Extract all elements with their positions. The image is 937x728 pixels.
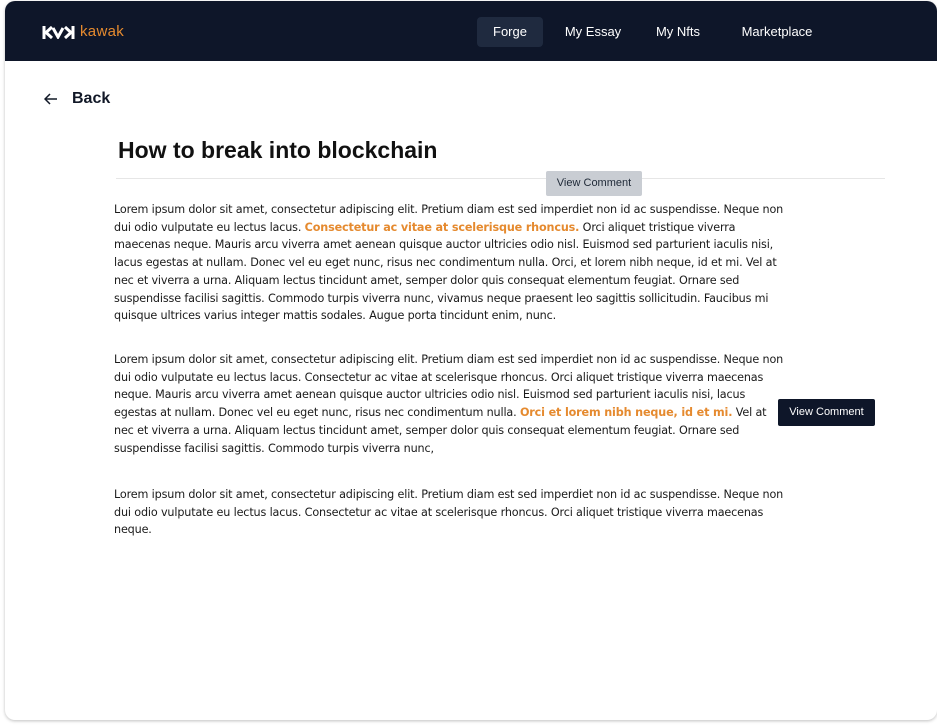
article-paragraph: Lorem ipsum dolor sit amet, consectetur … — [114, 351, 784, 457]
nav-item-my-nfts[interactable]: My Nfts — [649, 17, 707, 47]
paragraph-text: Orci aliquet tristique viverra maecenas … — [114, 220, 777, 323]
title-divider — [116, 178, 885, 179]
paragraph-text: Lorem ipsum dolor sit amet, consectetur … — [114, 488, 784, 537]
nav-item-my-essay[interactable]: My Essay — [558, 17, 628, 47]
app-window: kawak Forge My Essay My Nfts Marketplace… — [5, 1, 937, 720]
arrow-left-icon — [44, 93, 57, 105]
highlighted-text[interactable]: Consectetur ac vitae at scelerisque rhon… — [305, 221, 580, 234]
article-paragraph: Lorem ipsum dolor sit amet, consectetur … — [114, 486, 784, 539]
back-label: Back — [72, 90, 111, 107]
view-comment-button[interactable]: View Comment — [778, 399, 875, 426]
kawak-logo-icon — [42, 25, 75, 39]
article-title: How to break into blockchain — [118, 137, 438, 163]
highlighted-text[interactable]: Orci et lorem nibh neque, id et mi. — [520, 406, 733, 419]
nav-item-forge[interactable]: Forge — [477, 17, 543, 47]
back-button[interactable]: Back — [44, 89, 110, 109]
brand-logo[interactable]: kawak — [42, 23, 124, 41]
brand-name: kawak — [80, 23, 125, 40]
nav-item-marketplace[interactable]: Marketplace — [732, 17, 822, 47]
top-navbar: kawak Forge My Essay My Nfts Marketplace — [5, 1, 937, 61]
view-comment-button[interactable]: View Comment — [546, 171, 642, 196]
article-paragraph: Lorem ipsum dolor sit amet, consectetur … — [114, 201, 784, 325]
